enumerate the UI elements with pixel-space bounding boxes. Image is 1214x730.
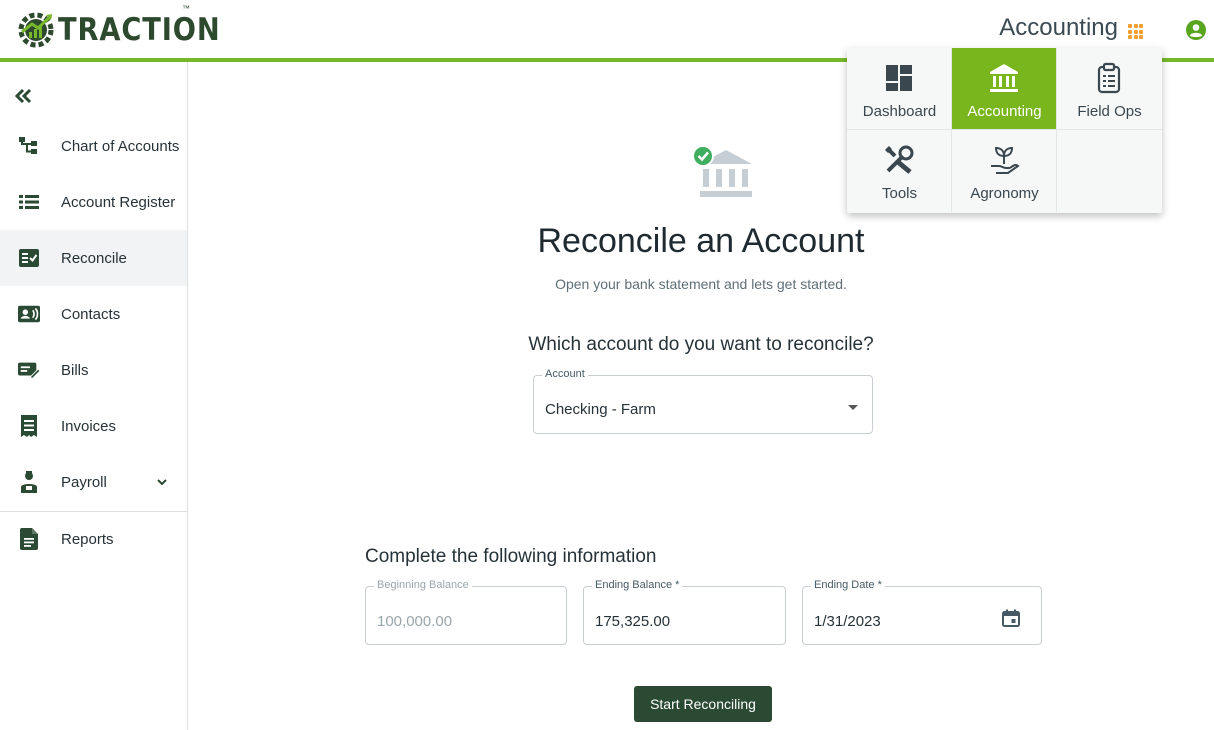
ending-date-label: Ending Date *: [811, 579, 885, 591]
bank-check-icon: [693, 145, 752, 197]
checklist-icon: [18, 247, 40, 269]
plant-hand-icon: [991, 146, 1020, 174]
account-select-value: Checking - Farm: [545, 401, 656, 418]
sidebar-item-label: Bills: [61, 361, 89, 379]
start-reconciling-button[interactable]: Start Reconciling: [634, 686, 772, 722]
document-icon: [18, 528, 40, 550]
contact-card-icon: [18, 303, 40, 325]
page-subtitle: Open your bank statement and lets get st…: [555, 276, 847, 292]
sidebar-item-label: Chart of Accounts: [61, 137, 180, 155]
receipt-icon: [18, 415, 40, 437]
beginning-balance-label: Beginning Balance: [374, 579, 472, 591]
sidebar-item-label: Payroll: [61, 473, 107, 491]
beginning-balance-value: 100,000.00: [377, 613, 453, 630]
ending-balance-field[interactable]: Ending Balance * 175,325.00: [583, 579, 786, 645]
app-tile-label: Field Ops: [1077, 103, 1142, 120]
sidebar-item-contacts[interactable]: Contacts: [0, 286, 187, 342]
ending-balance-label: Ending Balance *: [592, 579, 683, 591]
app-switcher-menu: Dashboard Accounting Field Ops Tools Agr…: [847, 48, 1162, 213]
sidebar-item-payroll[interactable]: Payroll: [0, 454, 187, 510]
brand-name: TRACTION: [58, 12, 221, 48]
hierarchy-icon: [18, 135, 40, 157]
app-tile-label: Accounting: [967, 103, 1042, 120]
double-chevron-left-icon[interactable]: [14, 86, 34, 106]
sidebar-item-reconcile[interactable]: Reconcile: [0, 230, 187, 286]
worker-icon: [18, 471, 40, 493]
clipboard-icon: [1097, 62, 1121, 94]
sidebar-item-reports[interactable]: Reports: [0, 511, 187, 567]
sidebar-item-chart-of-accounts[interactable]: Chart of Accounts: [0, 118, 187, 174]
app-tile-agronomy[interactable]: Agronomy: [952, 130, 1057, 212]
current-module-title: Accounting: [999, 14, 1118, 41]
sidebar-item-account-register[interactable]: Account Register: [0, 174, 187, 230]
app-tile-dashboard[interactable]: Dashboard: [847, 48, 952, 130]
app-tile-field-ops[interactable]: Field Ops: [1057, 48, 1162, 130]
sidebar-item-label: Account Register: [61, 193, 176, 211]
bank-icon: [990, 64, 1018, 92]
calendar-icon[interactable]: [1002, 609, 1020, 627]
dropdown-arrow-icon[interactable]: [848, 405, 858, 410]
bill-edit-icon: [18, 359, 40, 381]
apps-grid-icon[interactable]: [1128, 24, 1143, 39]
ending-date-value[interactable]: 1/31/2023: [814, 613, 881, 630]
tools-icon: [885, 145, 914, 174]
account-select-label: Account: [542, 368, 588, 380]
traction-logo[interactable]: TRACTION: [16, 10, 243, 50]
chevron-down-icon[interactable]: [155, 475, 169, 489]
section-title: Complete the following information: [365, 546, 657, 567]
account-select[interactable]: Account Checking - Farm: [533, 368, 873, 434]
beginning-balance-field: Beginning Balance 100,000.00: [365, 579, 567, 645]
list-icon: [18, 191, 40, 213]
account-circle-icon[interactable]: [1186, 20, 1206, 40]
app-tile-label: Agronomy: [970, 185, 1039, 202]
gear-chart-icon: [18, 12, 54, 48]
page-title: Reconcile an Account: [537, 222, 865, 260]
sidebar-item-label: Contacts: [61, 305, 121, 323]
sidebar-item-invoices[interactable]: Invoices: [0, 398, 187, 454]
app-tile-label: Tools: [881, 185, 918, 202]
dashboard-icon: [886, 65, 912, 91]
sidebar-item-label: Invoices: [61, 417, 117, 435]
app-tile-accounting[interactable]: Accounting: [952, 48, 1057, 130]
ending-balance-value[interactable]: 175,325.00: [595, 613, 670, 630]
sidebar: Chart of Accounts Account Register Recon…: [0, 62, 188, 730]
sidebar-item-bills[interactable]: Bills: [0, 342, 187, 398]
app-tile-label: Dashboard: [862, 103, 937, 120]
sidebar-item-label: Reconcile: [61, 249, 127, 267]
app-tile-tools[interactable]: Tools: [847, 130, 952, 212]
brand-trademark: ™: [182, 4, 190, 13]
account-question: Which account do you want to reconcile?: [528, 334, 874, 355]
sidebar-item-label: Reports: [61, 530, 114, 548]
ending-date-field[interactable]: Ending Date * 1/31/2023: [802, 579, 1042, 645]
